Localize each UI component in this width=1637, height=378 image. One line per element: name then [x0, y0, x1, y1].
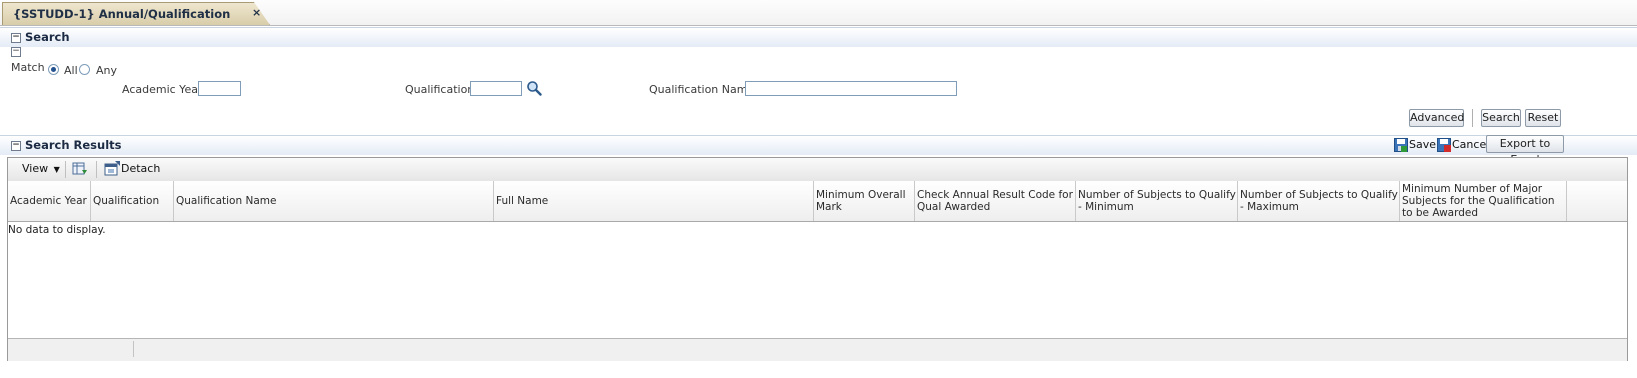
- status-divider: [133, 341, 134, 357]
- column-header-check-annual-result-code[interactable]: Check Annual Result Code for Qual Awarde…: [915, 181, 1076, 221]
- tab-annual-qualification-criteria[interactable]: {SSTUDD-1} Annual/Qualification Criteria: [2, 2, 270, 25]
- academic-year-input[interactable]: [198, 81, 241, 96]
- qualification-label: Qualification: [405, 83, 475, 96]
- empty-table-message: No data to display.: [8, 224, 106, 236]
- results-toolbar: [8, 158, 1627, 182]
- toolbar-divider: [65, 161, 66, 178]
- column-header-full-name[interactable]: Full Name: [494, 181, 814, 221]
- view-menu[interactable]: View ▼: [22, 162, 60, 175]
- detach-label: Detach: [121, 162, 161, 175]
- export-to-excel-button[interactable]: Export to Excel: [1486, 135, 1564, 166]
- collapse-icon[interactable]: −: [11, 47, 21, 57]
- save-label: Save: [1409, 138, 1437, 151]
- search-button[interactable]: Search: [1481, 109, 1521, 127]
- table-status-bar: [8, 338, 1627, 361]
- qualification-input[interactable]: [470, 81, 522, 96]
- column-header-major-subjects[interactable]: Minimum Number of Major Subjects for the…: [1400, 181, 1567, 221]
- toolbar-divider: [1472, 109, 1473, 127]
- column-header-subjects-maximum[interactable]: Number of Subjects to Qualify - Maximum: [1238, 181, 1400, 221]
- advanced-button[interactable]: Advanced: [1409, 109, 1464, 127]
- column-header-qualification[interactable]: Qualification: [91, 181, 174, 221]
- column-chooser-icon[interactable]: [72, 161, 88, 177]
- collapse-icon[interactable]: −: [11, 33, 21, 43]
- academic-year-label: Academic Year: [122, 83, 203, 96]
- column-header-qualification-name[interactable]: Qualification Name: [174, 181, 494, 221]
- match-all-label: All: [64, 64, 78, 77]
- search-icon[interactable]: [526, 80, 542, 96]
- collapse-icon[interactable]: −: [11, 141, 21, 151]
- cancel-icon: [1437, 138, 1451, 152]
- cancel-label: Cancel: [1452, 138, 1490, 151]
- match-any-radio[interactable]: [79, 64, 90, 75]
- search-results-section-header[interactable]: − Search Results: [0, 135, 1637, 155]
- save-icon: [1394, 138, 1408, 152]
- search-results-title: Search Results: [25, 138, 122, 152]
- match-all-radio[interactable]: [48, 64, 59, 75]
- toolbar-divider: [96, 161, 97, 178]
- view-menu-label: View: [22, 162, 49, 175]
- search-section-header[interactable]: − Search: [0, 27, 1637, 47]
- dropdown-icon: ▼: [53, 165, 60, 174]
- column-header-minimum-overall-mark[interactable]: Minimum Overall Mark: [814, 181, 915, 221]
- search-section-title: Search: [25, 30, 70, 44]
- match-label: Match: [11, 61, 45, 74]
- match-any-label: Any: [96, 64, 118, 77]
- reset-button[interactable]: Reset: [1525, 109, 1561, 127]
- qualification-name-label: Qualification Name: [649, 83, 755, 96]
- detach-icon: [104, 161, 120, 176]
- column-header-academic-year[interactable]: Academic Year: [8, 181, 91, 221]
- qualification-name-input[interactable]: [745, 81, 957, 96]
- close-icon[interactable]: ×: [252, 7, 261, 18]
- table-header: Academic Year Qualification Qualificatio…: [8, 181, 1627, 222]
- column-header-subjects-minimum[interactable]: Number of Subjects to Qualify - Minimum: [1076, 181, 1238, 221]
